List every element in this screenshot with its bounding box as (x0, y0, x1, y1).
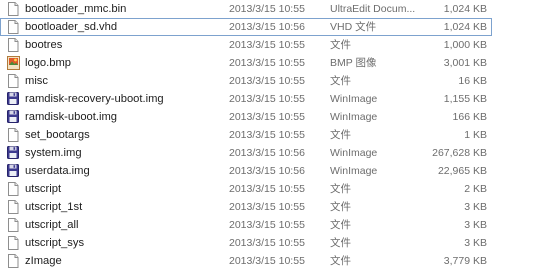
disk-image-icon (7, 146, 19, 160)
file-name: misc (25, 75, 48, 87)
file-date: 2013/3/15 10:55 (229, 219, 305, 231)
file-row[interactable]: utscript_all 2013/3/15 10:55 文件 3 KB (0, 216, 548, 234)
file-date: 2013/3/15 10:55 (229, 75, 305, 87)
file-icon (7, 218, 19, 232)
file-list: bootloader_mmc.bin 2013/3/15 10:55 Ultra… (0, 0, 548, 278)
file-type: 文件 (330, 75, 351, 87)
file-icon (7, 20, 19, 34)
file-icon (7, 74, 19, 88)
file-size: 166 KB (452, 111, 487, 123)
file-icon (7, 254, 19, 268)
file-icon (7, 2, 19, 16)
file-icon (7, 200, 19, 214)
file-row[interactable]: bootloader_mmc.bin 2013/3/15 10:55 Ultra… (0, 0, 548, 18)
file-name: utscript (25, 183, 62, 195)
file-icon (7, 236, 19, 250)
file-name: utscript_1st (25, 201, 83, 213)
file-date: 2013/3/15 10:55 (229, 183, 305, 195)
file-type: WinImage (330, 111, 378, 123)
file-size: 3 KB (464, 237, 487, 249)
file-date: 2013/3/15 10:55 (229, 111, 305, 123)
file-name: bootloader_mmc.bin (25, 3, 127, 15)
file-icon (7, 182, 19, 196)
file-type: 文件 (330, 219, 351, 231)
file-size: 16 KB (458, 75, 487, 87)
file-date: 2013/3/15 10:56 (229, 21, 305, 33)
file-name: ramdisk-uboot.img (25, 111, 118, 123)
file-date: 2013/3/15 10:56 (229, 147, 305, 159)
file-date: 2013/3/15 10:55 (229, 255, 305, 267)
file-size: 3,001 KB (443, 57, 487, 69)
file-row[interactable]: system.img 2013/3/15 10:56 WinImage 267,… (0, 144, 548, 162)
file-date: 2013/3/15 10:55 (229, 57, 305, 69)
file-size: 1,024 KB (443, 21, 487, 33)
file-type: 文件 (330, 39, 351, 51)
file-icon (7, 38, 19, 52)
file-type: 文件 (330, 255, 351, 267)
file-date: 2013/3/15 10:55 (229, 237, 305, 249)
file-date: 2013/3/15 10:55 (229, 201, 305, 213)
file-type: VHD 文件 (330, 21, 377, 33)
file-size: 1,000 KB (443, 39, 487, 51)
file-size: 3 KB (464, 201, 487, 213)
file-name: userdata.img (25, 165, 90, 177)
file-date: 2013/3/15 10:56 (229, 165, 305, 177)
file-type: 文件 (330, 129, 351, 141)
file-name: bootloader_sd.vhd (25, 21, 118, 33)
file-name: ramdisk-recovery-uboot.img (25, 93, 164, 105)
file-row[interactable]: userdata.img 2013/3/15 10:56 WinImage 22… (0, 162, 548, 180)
file-name: bootres (25, 39, 63, 51)
file-icon (7, 128, 19, 142)
file-name: logo.bmp (25, 57, 72, 69)
file-type: WinImage (330, 147, 378, 159)
file-row[interactable]: set_bootargs 2013/3/15 10:55 文件 1 KB (0, 126, 548, 144)
disk-image-icon (7, 92, 19, 106)
file-row[interactable]: logo.bmp 2013/3/15 10:55 BMP 图像 3,001 KB (0, 54, 548, 72)
file-type: BMP 图像 (330, 57, 377, 69)
file-name: zImage (25, 255, 62, 267)
file-type: UltraEdit Docum... (330, 3, 416, 15)
file-row[interactable]: utscript_sys 2013/3/15 10:55 文件 3 KB (0, 234, 548, 252)
file-row[interactable]: utscript 2013/3/15 10:55 文件 2 KB (0, 180, 548, 198)
bmp-image-icon (7, 56, 20, 70)
file-size: 1 KB (464, 129, 487, 141)
file-name: system.img (25, 147, 82, 159)
file-type: 文件 (330, 201, 351, 213)
file-type: WinImage (330, 165, 378, 177)
file-name: set_bootargs (25, 129, 90, 141)
file-type: 文件 (330, 237, 351, 249)
file-size: 3,779 KB (443, 255, 487, 267)
file-size: 1,155 KB (443, 93, 487, 105)
file-size: 3 KB (464, 219, 487, 231)
disk-image-icon (7, 110, 19, 124)
file-size: 2 KB (464, 183, 487, 195)
file-date: 2013/3/15 10:55 (229, 93, 305, 105)
file-size: 22,965 KB (437, 165, 487, 177)
file-row[interactable]: utscript_1st 2013/3/15 10:55 文件 3 KB (0, 198, 548, 216)
file-row[interactable]: zImage 2013/3/15 10:55 文件 3,779 KB (0, 252, 548, 270)
file-row[interactable]: ramdisk-uboot.img 2013/3/15 10:55 WinIma… (0, 108, 548, 126)
file-row-selected[interactable]: bootloader_sd.vhd 2013/3/15 10:56 VHD 文件… (0, 18, 492, 36)
file-size: 267,628 KB (432, 147, 487, 159)
file-size: 1,024 KB (443, 3, 487, 15)
file-type: 文件 (330, 183, 351, 195)
file-row[interactable]: bootres 2013/3/15 10:55 文件 1,000 KB (0, 36, 548, 54)
file-name: utscript_sys (25, 237, 85, 249)
file-row[interactable]: ramdisk-recovery-uboot.img 2013/3/15 10:… (0, 90, 548, 108)
file-date: 2013/3/15 10:55 (229, 129, 305, 141)
file-date: 2013/3/15 10:55 (229, 39, 305, 51)
file-type: WinImage (330, 93, 378, 105)
file-row[interactable]: misc 2013/3/15 10:55 文件 16 KB (0, 72, 548, 90)
file-name: utscript_all (25, 219, 79, 231)
file-date: 2013/3/15 10:55 (229, 3, 305, 15)
disk-image-icon (7, 164, 19, 178)
